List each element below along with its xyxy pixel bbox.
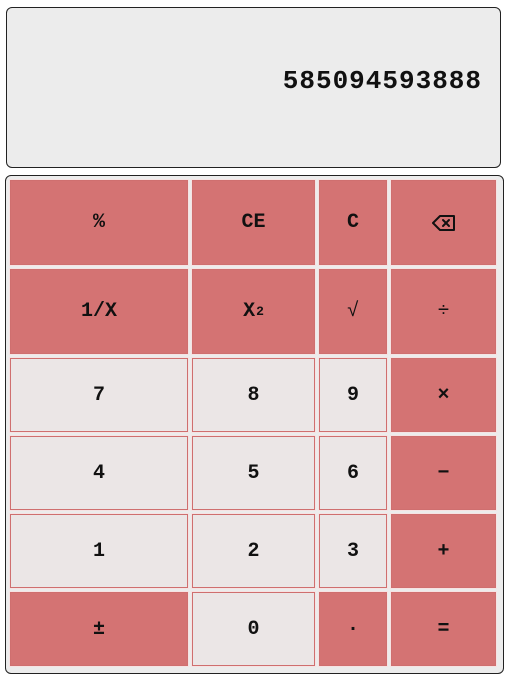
square-root-button[interactable]: √ <box>318 268 388 355</box>
display-value: 585094593888 <box>282 66 482 96</box>
divide-button[interactable]: ÷ <box>390 268 497 355</box>
digit-4-button[interactable]: 4 <box>9 435 189 511</box>
digit-1-button[interactable]: 1 <box>9 513 189 589</box>
digit-2-button[interactable]: 2 <box>191 513 316 589</box>
digit-7-button[interactable]: 7 <box>9 357 189 433</box>
square-button[interactable]: X2 <box>191 268 316 355</box>
digit-3-button[interactable]: 3 <box>318 513 388 589</box>
percent-button[interactable]: % <box>9 179 189 266</box>
backspace-button[interactable] <box>390 179 497 266</box>
square-label-exponent: 2 <box>256 304 264 319</box>
clear-button[interactable]: C <box>318 179 388 266</box>
digit-0-button[interactable]: 0 <box>191 591 316 667</box>
square-label-base: X <box>243 300 256 323</box>
decimal-button[interactable]: · <box>318 591 388 667</box>
calculator-display: 585094593888 <box>6 7 501 168</box>
equals-button[interactable]: = <box>390 591 497 667</box>
negate-button[interactable]: ± <box>9 591 189 667</box>
digit-6-button[interactable]: 6 <box>318 435 388 511</box>
digit-8-button[interactable]: 8 <box>191 357 316 433</box>
clear-entry-button[interactable]: CE <box>191 179 316 266</box>
digit-9-button[interactable]: 9 <box>318 357 388 433</box>
digit-5-button[interactable]: 5 <box>191 435 316 511</box>
add-button[interactable]: + <box>390 513 497 589</box>
calculator-keypad: % CE C 1/X X2 √ ÷ 7 8 9 × 4 5 6 − 1 2 3 … <box>5 175 504 674</box>
reciprocal-button[interactable]: 1/X <box>9 268 189 355</box>
backspace-icon <box>431 214 456 231</box>
subtract-button[interactable]: − <box>390 435 497 511</box>
multiply-button[interactable]: × <box>390 357 497 433</box>
